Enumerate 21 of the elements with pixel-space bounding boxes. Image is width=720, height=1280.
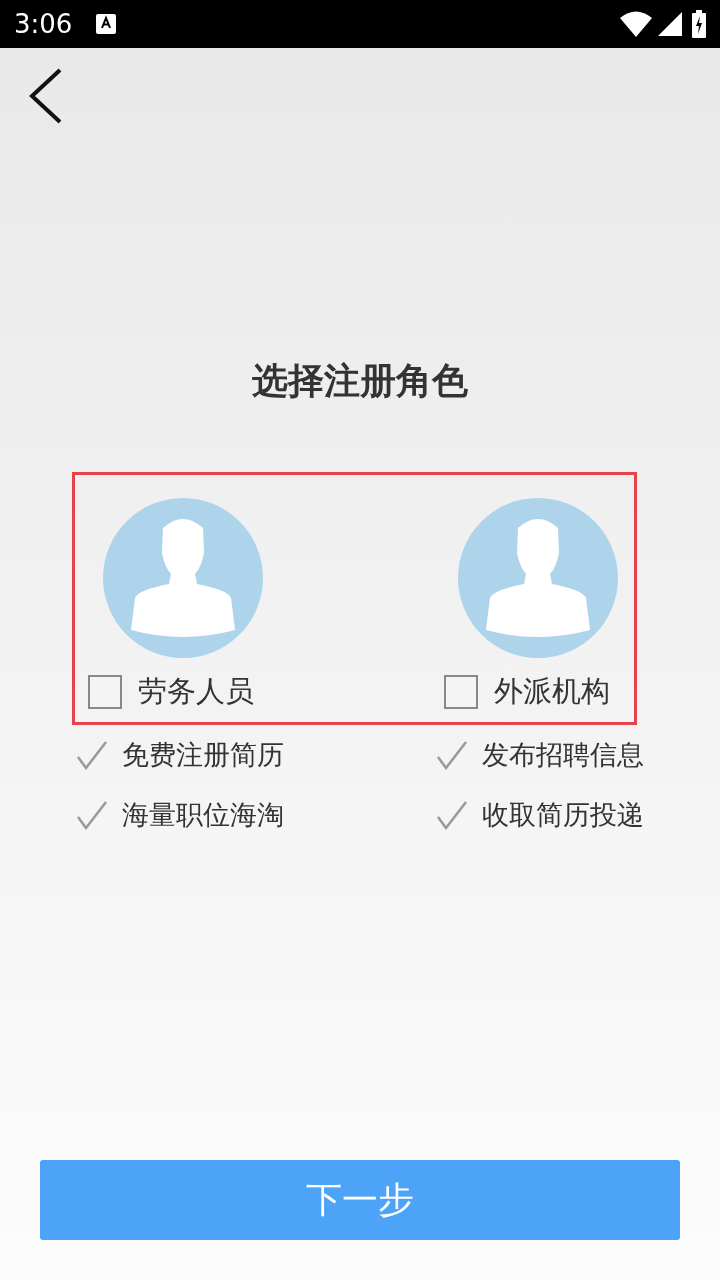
next-step-button[interactable]: 下一步 (40, 1160, 680, 1240)
signal-icon (658, 12, 682, 36)
page-title: 选择注册角色 (251, 359, 469, 403)
role-label: 外派机构 (494, 673, 611, 710)
feature-text: 海量职位海淘 (122, 797, 284, 832)
wifi-icon (620, 11, 652, 37)
feature-text: 免费注册简历 (122, 737, 284, 772)
role-label: 劳务人员 (138, 673, 254, 710)
check-icon (76, 740, 108, 770)
checkbox[interactable] (444, 674, 479, 709)
feature-text: 发布招聘信息 (482, 737, 644, 772)
avatar-icon (458, 498, 619, 658)
clock: 3:06 (14, 7, 73, 41)
check-icon (436, 800, 468, 830)
check-icon (76, 800, 108, 830)
battery-icon (692, 10, 706, 38)
check-icon (436, 740, 468, 770)
checkbox[interactable] (88, 674, 122, 709)
feature-text: 收取简历投递 (482, 797, 644, 832)
avatar-icon (103, 498, 263, 658)
keyboard-icon (96, 14, 117, 34)
